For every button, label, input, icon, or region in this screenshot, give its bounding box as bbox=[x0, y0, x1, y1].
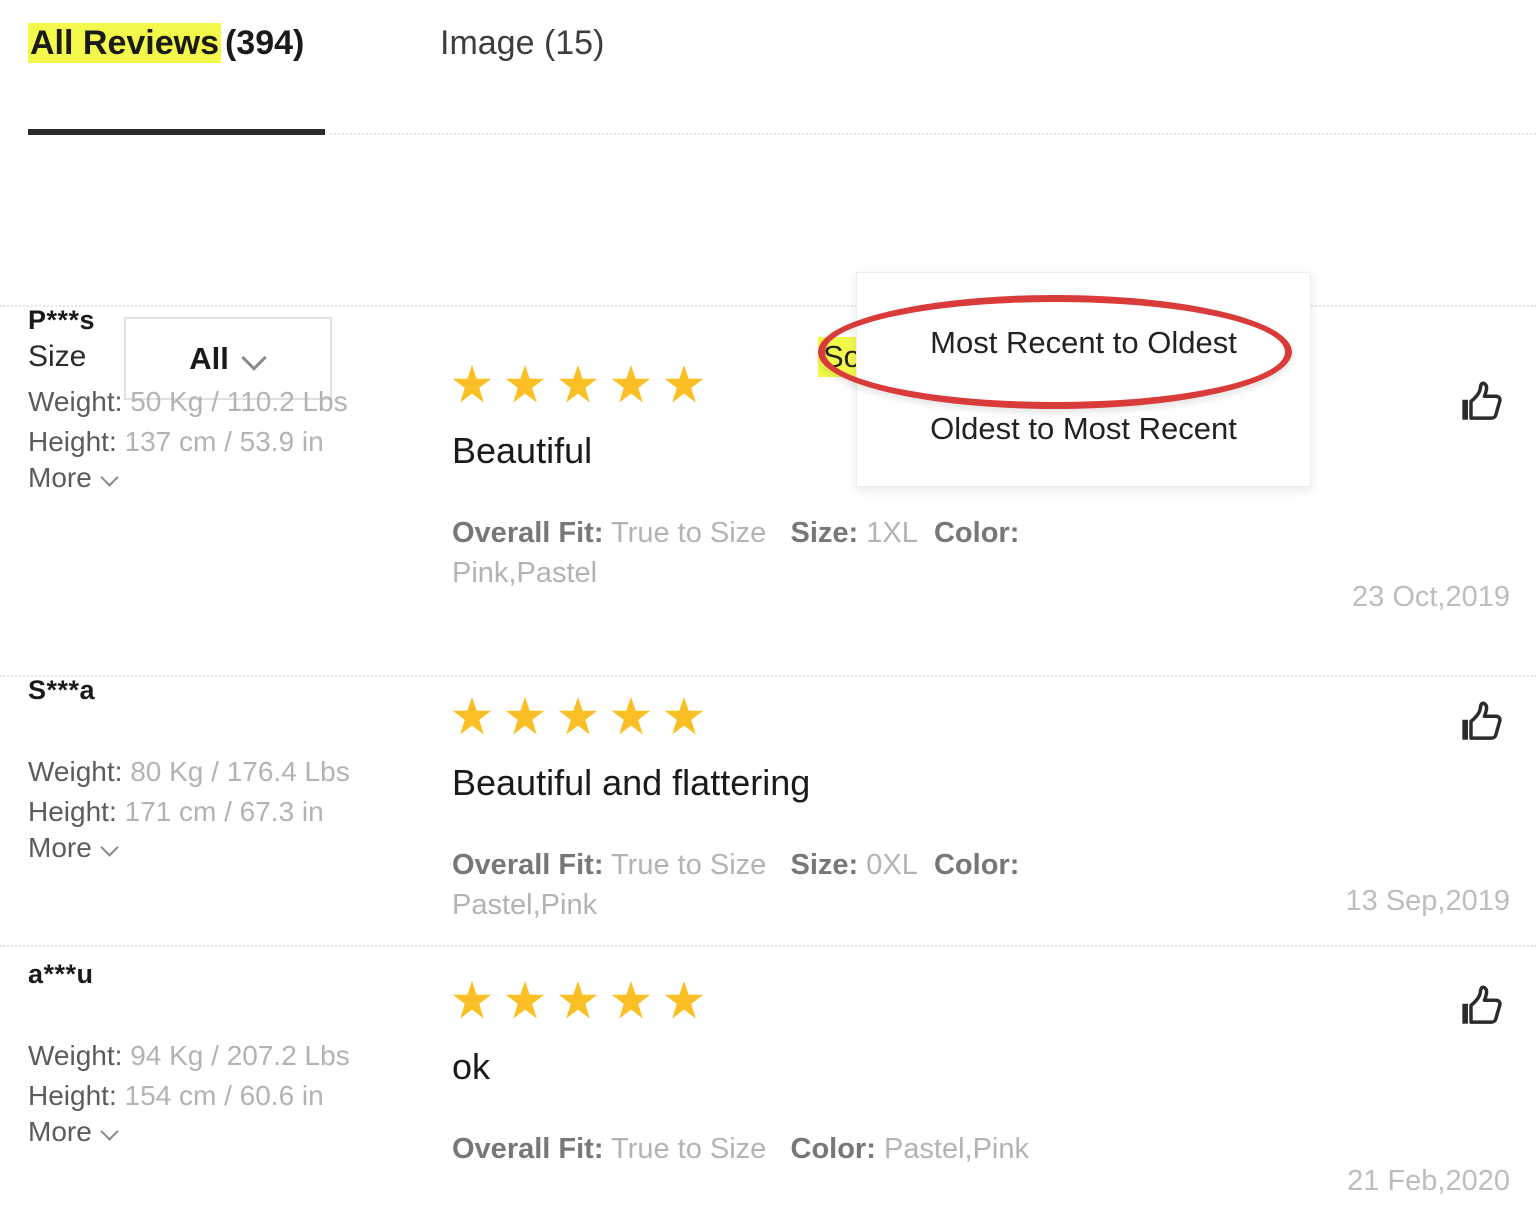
review-star-rating bbox=[452, 981, 1152, 1021]
review-author-weight: Weight: 50 Kg / 110.2 Lbs bbox=[28, 382, 428, 422]
star-icon bbox=[452, 365, 492, 403]
star-icon bbox=[558, 697, 598, 735]
star-icon bbox=[664, 981, 704, 1019]
review-author-height: Height: 171 cm / 67.3 in bbox=[28, 792, 428, 832]
review-star-rating bbox=[452, 697, 1152, 737]
review-item: a***u Weight: 94 Kg / 207.2 Lbs Height: … bbox=[0, 945, 1536, 1231]
tab-all-reviews-count: (394) bbox=[224, 24, 305, 62]
review-fit-key: Overall Fit: bbox=[452, 1132, 604, 1165]
star-icon bbox=[452, 697, 492, 735]
star-icon bbox=[664, 365, 704, 403]
review-height-key: Height: bbox=[28, 425, 117, 457]
review-content-block: ok Overall Fit: True to Size Color: Past… bbox=[452, 945, 1152, 1169]
review-author-name: S***a bbox=[28, 675, 96, 705]
review-height-value: 137 cm / 53.9 in bbox=[124, 425, 324, 457]
star-icon bbox=[505, 697, 545, 735]
review-author-block: P***s Weight: 50 Kg / 110.2 Lbs Height: … bbox=[28, 305, 428, 494]
review-more-label: More bbox=[28, 461, 92, 493]
tab-image[interactable]: Image (15) bbox=[440, 26, 604, 60]
thumbs-up-icon[interactable] bbox=[1458, 697, 1510, 749]
review-weight-value: 80 Kg / 176.4 Lbs bbox=[130, 756, 350, 787]
review-height-value: 154 cm / 60.6 in bbox=[124, 1079, 324, 1111]
review-author-weight: Weight: 94 Kg / 207.2 Lbs bbox=[28, 1036, 428, 1076]
star-icon bbox=[611, 365, 651, 403]
review-size-key: Size: bbox=[790, 848, 859, 881]
review-size-value: 1XL bbox=[866, 516, 918, 549]
review-more-toggle[interactable]: More bbox=[28, 462, 119, 494]
star-icon bbox=[664, 697, 704, 735]
review-more-label: More bbox=[28, 1115, 92, 1147]
review-attributes: Overall Fit: True to Size Size: 0XL Colo… bbox=[452, 845, 1112, 925]
review-fit-value: True to Size bbox=[611, 1132, 767, 1165]
review-color-key: Color: bbox=[933, 848, 1020, 881]
chevron-down-icon bbox=[101, 469, 119, 487]
review-content-block: Beautiful and flattering Overall Fit: Tr… bbox=[452, 675, 1152, 925]
review-fit-value: True to Size bbox=[611, 516, 767, 549]
review-item: S***a Weight: 80 Kg / 176.4 Lbs Height: … bbox=[0, 675, 1536, 945]
star-icon bbox=[558, 365, 598, 403]
sort-option-oldest-to-most-recent[interactable]: Oldest to Most Recent bbox=[857, 411, 1310, 447]
review-author-height: Height: 137 cm / 53.9 in bbox=[28, 422, 428, 462]
star-icon bbox=[611, 981, 651, 1019]
star-icon bbox=[505, 981, 545, 1019]
review-height-key: Height: bbox=[28, 1079, 117, 1111]
review-title: ok bbox=[452, 1046, 491, 1087]
review-color-value: Pastel,Pink bbox=[883, 1132, 1030, 1165]
star-icon bbox=[505, 365, 545, 403]
review-more-label: More bbox=[28, 831, 92, 863]
star-icon bbox=[558, 981, 598, 1019]
review-title: Beautiful and flattering bbox=[452, 762, 811, 803]
review-color-key: Color: bbox=[933, 516, 1020, 549]
chevron-down-icon bbox=[101, 1123, 119, 1141]
review-author-name: P***s bbox=[28, 305, 96, 335]
review-more-toggle[interactable]: More bbox=[28, 1116, 119, 1148]
review-weight-key: Weight: bbox=[28, 1040, 123, 1071]
sort-by-options-panel: Most Recent to Oldest Oldest to Most Rec… bbox=[856, 272, 1311, 487]
review-date: 21 Feb,2020 bbox=[1347, 1165, 1510, 1197]
review-author-block: S***a Weight: 80 Kg / 176.4 Lbs Height: … bbox=[28, 675, 428, 864]
review-tabs-bar: All Reviews (394) Image (15) bbox=[0, 0, 1536, 135]
review-more-toggle[interactable]: More bbox=[28, 832, 119, 864]
review-color-value: Pastel,Pink bbox=[452, 888, 598, 921]
review-date: 23 Oct,2019 bbox=[1352, 581, 1510, 613]
review-attributes: Overall Fit: True to Size Size: 1XL Colo… bbox=[452, 513, 1112, 593]
review-weight-value: 94 Kg / 207.2 Lbs bbox=[130, 1040, 350, 1071]
review-attributes: Overall Fit: True to Size Color: Pastel,… bbox=[452, 1129, 1112, 1169]
review-color-value: Pink,Pastel bbox=[452, 556, 598, 589]
tab-all-reviews[interactable]: All Reviews (394) bbox=[28, 23, 305, 63]
review-fit-key: Overall Fit: bbox=[452, 848, 604, 881]
review-author-name: a***u bbox=[28, 959, 94, 989]
thumbs-up-icon[interactable] bbox=[1458, 377, 1510, 429]
sort-option-most-recent-to-oldest[interactable]: Most Recent to Oldest bbox=[857, 325, 1310, 361]
review-height-key: Height: bbox=[28, 795, 117, 827]
thumbs-up-icon[interactable] bbox=[1458, 981, 1510, 1033]
review-color-key: Color: bbox=[790, 1132, 876, 1165]
review-author-weight: Weight: 80 Kg / 176.4 Lbs bbox=[28, 752, 428, 792]
review-fit-value: True to Size bbox=[611, 848, 767, 881]
review-size-value: 0XL bbox=[866, 848, 918, 881]
review-height-value: 171 cm / 67.3 in bbox=[124, 795, 324, 827]
review-fit-key: Overall Fit: bbox=[452, 516, 604, 549]
review-author-block: a***u Weight: 94 Kg / 207.2 Lbs Height: … bbox=[28, 945, 428, 1148]
review-weight-value: 50 Kg / 110.2 Lbs bbox=[130, 386, 348, 417]
star-icon bbox=[452, 981, 492, 1019]
review-date: 13 Sep,2019 bbox=[1345, 885, 1510, 917]
review-size-key: Size: bbox=[790, 516, 859, 549]
chevron-down-icon bbox=[101, 839, 119, 857]
review-weight-key: Weight: bbox=[28, 386, 123, 417]
review-author-height: Height: 154 cm / 60.6 in bbox=[28, 1076, 428, 1116]
tab-all-reviews-label: All Reviews bbox=[28, 23, 221, 63]
review-weight-key: Weight: bbox=[28, 756, 123, 787]
star-icon bbox=[611, 697, 651, 735]
